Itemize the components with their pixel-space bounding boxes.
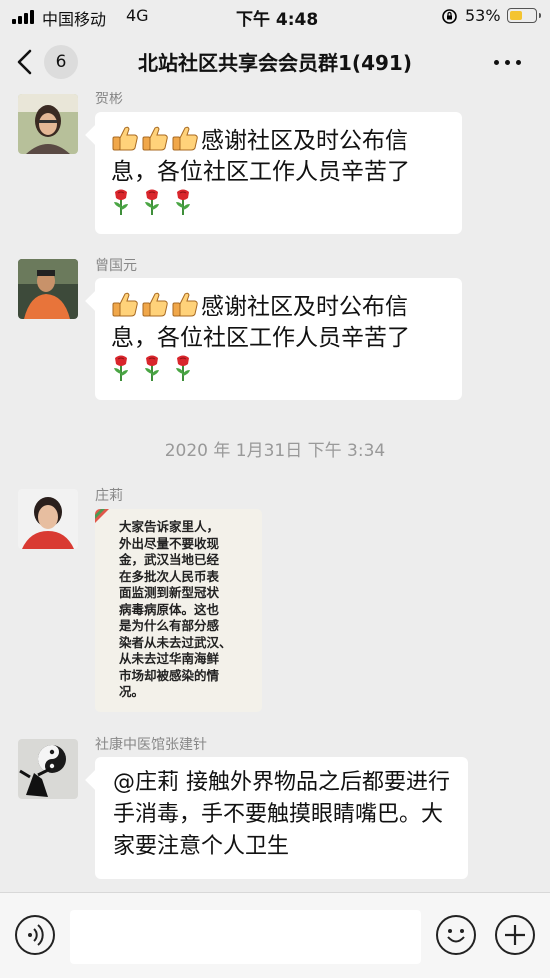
chat-header: 6 北站社区共享会会员群1(491) (0, 32, 550, 92)
plus-icon (505, 925, 525, 945)
status-bar: 中国移动 4G 下午 4:48 53% (0, 0, 550, 32)
thumbs-up-emoji (172, 292, 198, 317)
rose-emoji (114, 355, 128, 381)
image-text: 大家告诉家里人， 外出尽量不要收现 金，武汉当地已经 在多批次人民币表 面监测到… (119, 519, 232, 699)
image-message[interactable]: 大家告诉家里人， 外出尽量不要收现 金，武汉当地已经 在多批次人民币表 面监测到… (95, 509, 262, 712)
avatar[interactable] (18, 94, 78, 154)
input-bar (0, 892, 550, 978)
more-button[interactable] (488, 46, 528, 78)
avatar[interactable] (18, 259, 78, 319)
more-dots-icon (494, 60, 499, 65)
voice-icon (28, 924, 44, 946)
avatar[interactable] (18, 739, 78, 799)
rose-emoji (145, 355, 159, 381)
battery-icon (507, 8, 541, 23)
avatar[interactable] (18, 489, 78, 549)
battery-level (510, 11, 523, 20)
orientation-lock-icon (442, 9, 457, 24)
emoji-icon (447, 929, 465, 943)
signal-icon (12, 9, 38, 24)
rose-emoji (145, 189, 159, 215)
sender-name: 庄莉 (95, 488, 123, 504)
thumbs-up-emoji (172, 126, 198, 151)
add-button[interactable] (495, 915, 535, 955)
thumbs-up-emoji-group (111, 292, 201, 320)
message-bubble[interactable]: @庄莉 接触外界物品之后都要进行手消毒，手不要触摸眼睛嘴巴。大家要注意个人卫生 (95, 757, 468, 879)
rose-emoji (114, 189, 128, 215)
battery-percent: 53% (465, 6, 501, 25)
thumbs-up-emoji-group (111, 126, 201, 154)
message-text: @庄莉 接触外界物品之后都要进行手消毒，手不要触摸眼睛嘴巴。大家要注意个人卫生 (113, 770, 450, 859)
rose-emoji-group (111, 189, 204, 216)
thumbs-up-emoji (112, 292, 138, 317)
network-type: 4G (126, 6, 149, 25)
rose-emoji-group (111, 355, 204, 382)
thumbs-up-emoji (112, 126, 138, 151)
message-input[interactable] (70, 910, 421, 964)
timestamp: 2020 年 1月31日 下午 3:34 (164, 441, 386, 461)
carrier-name: 中国移动 (42, 10, 107, 29)
message-bubble[interactable]: 感谢社区及时公布信息，各位社区工作人员辛苦了 (95, 278, 462, 400)
thumbs-up-emoji (142, 126, 168, 151)
rose-emoji (176, 189, 190, 215)
thumbs-up-emoji (142, 292, 168, 317)
sender-name: 贺彬 (95, 92, 123, 107)
voice-button[interactable] (15, 915, 55, 955)
image-corner-decoration (95, 509, 109, 523)
status-clock: 下午 4:48 (236, 10, 319, 30)
message-list[interactable]: 贺彬 感谢社区及时公布信息，各位社区工作人员辛苦了 曾国元 感谢社区及时公布信息… (0, 92, 550, 892)
sender-name: 曾国元 (95, 258, 137, 274)
message-bubble[interactable]: 感谢社区及时公布信息，各位社区工作人员辛苦了 (95, 112, 462, 234)
sender-name: 社康中医馆张建针 (95, 737, 207, 753)
chat-title: 北站社区共享会会员群1(491) (138, 51, 412, 75)
rose-emoji (176, 355, 190, 381)
emoji-button[interactable] (436, 915, 476, 955)
